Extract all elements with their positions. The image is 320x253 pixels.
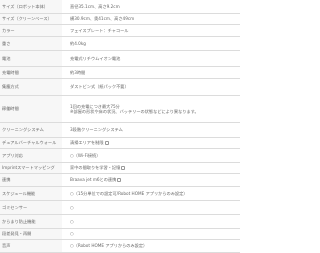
spec-value-cell: 約4.0kg <box>62 36 240 51</box>
spec-label: からまり防止機能 <box>0 214 62 229</box>
spec-value-note: ※部屋の形状や床の状況、バッテリーの状態などにより異なります。 <box>70 108 199 114</box>
spec-value-cell: 1回の充電につき最大75分 ※部屋の形状や床の状況、バッテリーの状態などにより異な… <box>62 95 240 123</box>
spec-row: 段差発見・再開 ○ <box>0 228 240 240</box>
spec-value: ダストビン式（紙パック不要） <box>70 84 240 89</box>
checkbox-icon-wrap <box>121 165 126 170</box>
spec-value-text: 家中の間取りを学習・記憶 <box>70 165 121 170</box>
spec-value-cell: ダストビン式（紙パック不要） <box>62 78 240 96</box>
spec-value-text: ○ <box>70 204 74 210</box>
spec-row: 集塵方式 ダストビン式（紙パック不要） <box>0 78 240 96</box>
checkbox-icon-wrap <box>117 177 122 182</box>
spec-value-text: 約4.0kg <box>70 40 86 46</box>
checkbox-icon <box>117 177 122 182</box>
spec-value: フェイスプレート：チャコール <box>70 28 240 33</box>
spec-row: 重さ 約4.0kg <box>0 36 240 51</box>
spec-label: 段差発見・再開 <box>0 228 62 240</box>
spec-label: カラー <box>0 24 62 37</box>
spec-value-cell: 充電式リチウムイオン電池 <box>62 50 240 67</box>
spec-value-text: Braava jet m6との連携 <box>70 177 117 182</box>
spec-value-cell: ○ <box>62 200 240 215</box>
spec-row: 音声 ○（Robot HOME アプリからのみ設定） <box>0 239 240 253</box>
spec-value-cell: 家中の間取りを学習・記憶 <box>62 162 240 174</box>
spec-label: Imprintスマートマッピング <box>0 162 62 174</box>
spec-row: カラー フェイスプレート：チャコール <box>0 24 240 37</box>
spec-table-body: サイズ（ロボット本体） 直径35.1cm、高さ9.2cm サイズ（クリーンベース） 横… <box>0 0 240 253</box>
spec-value-text: 横30.9cm、奥41cm、高さ49cm <box>70 16 135 21</box>
spec-label: 充電時間 <box>0 66 62 79</box>
spec-value-cell: 横30.9cm、奥41cm、高さ49cm <box>62 13 240 25</box>
spec-value-text: フェイスプレート：チャコール <box>70 27 129 33</box>
spec-value-cell: ○（Wi-Fi接続） <box>62 148 240 163</box>
spec-row: サイズ（クリーンベース） 横30.9cm、奥41cm、高さ49cm <box>0 13 240 25</box>
spec-value-cell: Braava jet m6との連携 <box>62 173 240 187</box>
spec-row: クリーニングシステム 3段階クリーニングシステム <box>0 122 240 138</box>
spec-label: 稼働時間 <box>0 95 62 123</box>
spec-label: サイズ（ロボット本体） <box>0 0 62 14</box>
spec-label: アプリ対応 <box>0 148 62 163</box>
spec-value: ○ <box>70 231 240 236</box>
spec-label: 電池 <box>0 50 62 67</box>
spec-value-text: ○（Robot HOME アプリからのみ設定） <box>70 243 148 248</box>
spec-value-text: ○ <box>70 231 74 236</box>
spec-value-cell: ○ <box>62 228 240 240</box>
spec-value-cell: 清掃エリアを制限 <box>62 137 240 149</box>
spec-value-cell: ○（Robot HOME アプリからのみ設定） <box>62 239 240 253</box>
spec-row: からまり防止機能 ○ <box>0 214 240 229</box>
spec-row: デュアルバーチャルウォール 清掃エリアを制限 <box>0 137 240 149</box>
spec-value: ○ <box>70 205 240 210</box>
spec-label: 音声 <box>0 239 62 253</box>
spec-value: 清掃エリアを制限 <box>70 140 240 145</box>
spec-value-cell: ○（15分単位での設定可/Robot HOME アプリからのみ設定） <box>62 186 240 201</box>
spec-value-text: 清掃エリアを制限 <box>70 140 104 145</box>
spec-row: スケジュール機能 ○（15分単位での設定可/Robot HOME アプリからのみ設… <box>0 186 240 201</box>
spec-label: デュアルバーチャルウォール <box>0 137 62 149</box>
spec-value-text: 3段階クリーニングシステム <box>70 127 123 132</box>
spec-value-text: 約3時間 <box>70 69 86 75</box>
spec-value-cell: フェイスプレート：チャコール <box>62 24 240 37</box>
spec-row: 連携 Braava jet m6との連携 <box>0 173 240 187</box>
spec-value: 約4.0kg <box>70 41 240 46</box>
spec-value-cell: 3段階クリーニングシステム <box>62 122 240 138</box>
spec-row: 電池 充電式リチウムイオン電池 <box>0 50 240 67</box>
checkbox-icon-wrap <box>104 140 109 145</box>
spec-table: サイズ（ロボット本体） 直径35.1cm、高さ9.2cm サイズ（クリーンベース） 横… <box>0 0 240 253</box>
spec-value: Braava jet m6との連携 <box>70 177 240 182</box>
spec-value: 家中の間取りを学習・記憶 <box>70 165 240 170</box>
spec-label: 連携 <box>0 173 62 187</box>
spec-value: 3段階クリーニングシステム <box>70 127 240 132</box>
spec-value: ○（15分単位での設定可/Robot HOME アプリからのみ設定） <box>70 191 240 196</box>
spec-value-text: ○ <box>70 218 74 224</box>
spec-value-cell: ○ <box>62 214 240 229</box>
spec-value: 直径35.1cm、高さ9.2cm <box>70 4 240 9</box>
spec-row: 稼働時間 1回の充電につき最大75分 ※部屋の形状や床の状況、バッテリーの状態などに… <box>0 95 240 123</box>
spec-value: 約3時間 <box>70 70 240 75</box>
spec-value-text: ダストビン式（紙パック不要） <box>70 84 129 89</box>
spec-value: ○（Wi-Fi接続） <box>70 153 240 158</box>
spec-value: 充電式リチウムイオン電池 <box>70 56 240 61</box>
spec-row: Imprintスマートマッピング 家中の間取りを学習・記憶 <box>0 162 240 174</box>
spec-row: アプリ対応 ○（Wi-Fi接続） <box>0 148 240 163</box>
spec-value: ○ <box>70 219 240 224</box>
spec-label: サイズ（クリーンベース） <box>0 13 62 25</box>
checkbox-icon <box>121 165 126 170</box>
spec-value-cell: 約3時間 <box>62 66 240 79</box>
spec-value-text: ○（Wi-Fi接続） <box>70 152 101 158</box>
spec-row: サイズ（ロボット本体） 直径35.1cm、高さ9.2cm <box>0 0 240 14</box>
spec-value-text: 充電式リチウムイオン電池 <box>70 55 121 61</box>
spec-label: スケジュール機能 <box>0 186 62 201</box>
spec-label: 集塵方式 <box>0 78 62 96</box>
spec-value: ○（Robot HOME アプリからのみ設定） <box>70 243 240 248</box>
spec-label: クリーニングシステム <box>0 122 62 138</box>
spec-value: 横30.9cm、奥41cm、高さ49cm <box>70 16 240 21</box>
spec-value-text: 直径35.1cm、高さ9.2cm <box>70 3 120 9</box>
spec-value-cell: 直径35.1cm、高さ9.2cm <box>62 0 240 14</box>
spec-row: ゴミセンサー ○ <box>0 200 240 215</box>
spec-label: 重さ <box>0 36 62 51</box>
spec-value-text: ○（15分単位での設定可/Robot HOME アプリからのみ設定） <box>70 190 188 196</box>
spec-label: ゴミセンサー <box>0 200 62 215</box>
spec-value-text: 1回の充電につき最大75分 <box>70 103 120 109</box>
checkbox-icon <box>104 140 109 145</box>
spec-row: 充電時間 約3時間 <box>0 66 240 79</box>
